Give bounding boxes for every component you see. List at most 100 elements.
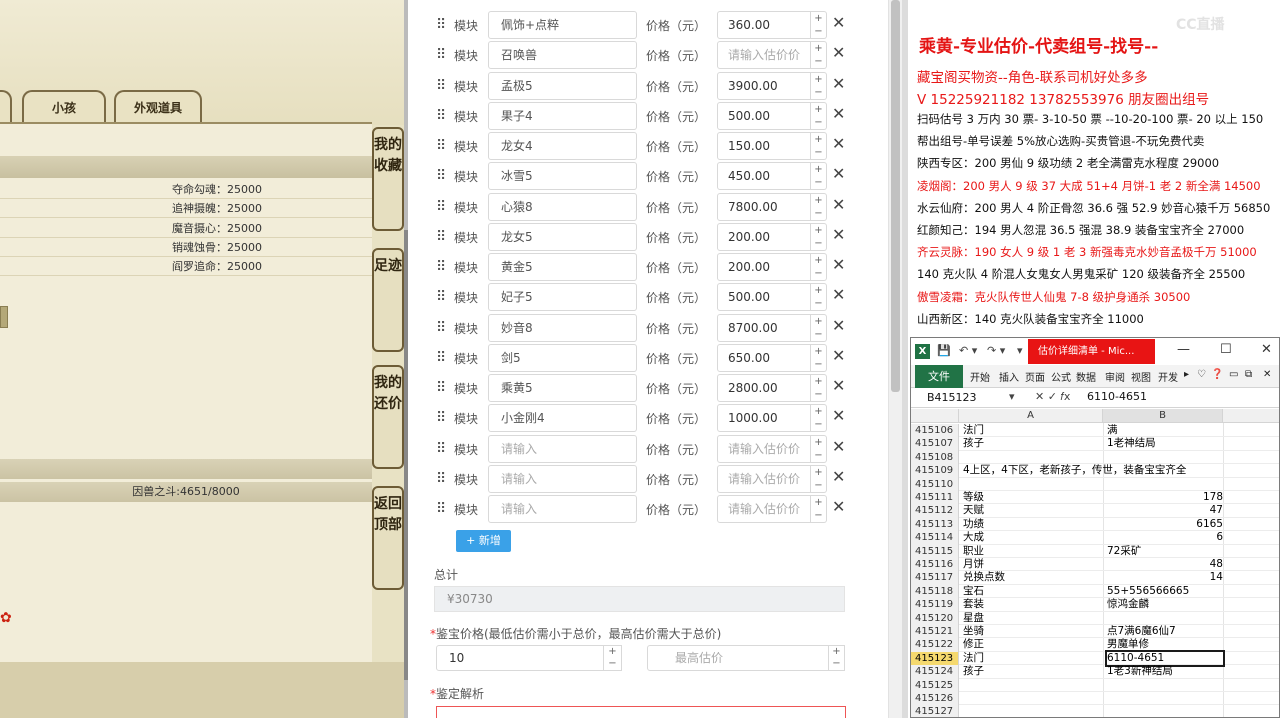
item-name-input[interactable]: 请输入 [488, 495, 637, 523]
cell-a[interactable]: 大成 [963, 531, 984, 544]
cell-a[interactable]: 法门 [963, 652, 984, 665]
item-price-input[interactable]: 200.00 [717, 222, 811, 251]
price-stepper[interactable]: + − [811, 343, 827, 372]
back-to-top-button[interactable]: 返回顶部 [372, 486, 404, 590]
delete-row-icon[interactable]: ✕ [832, 13, 845, 32]
item-price-input[interactable]: 8700.00 [717, 313, 811, 342]
item-name-input[interactable]: 心猿8 [488, 192, 637, 221]
drag-handle-icon[interactable]: ⠿ [436, 230, 446, 244]
delete-row-icon[interactable]: ✕ [832, 74, 845, 93]
item-name-input[interactable]: 孟极5 [488, 71, 637, 100]
cell-b[interactable]: 6 [1107, 531, 1223, 544]
row-number[interactable]: 415107 [911, 437, 959, 451]
name-box[interactable]: B415123 [915, 390, 1015, 406]
max-price-stepper[interactable]: + − [829, 645, 845, 671]
row-number[interactable]: 415121 [911, 625, 959, 639]
ribbon-tab[interactable]: 审阅 [1105, 369, 1125, 384]
price-stepper[interactable]: + − [811, 101, 827, 130]
ribbon-tab[interactable]: 数据 [1076, 369, 1096, 384]
form-scrollbar-thumb[interactable] [891, 0, 900, 392]
delete-row-icon[interactable]: ✕ [832, 406, 845, 425]
drag-handle-icon[interactable]: ⠿ [436, 411, 446, 425]
ribbon-tab[interactable]: 公式 [1051, 369, 1071, 384]
delete-row-icon[interactable]: ✕ [832, 316, 845, 335]
delete-row-icon[interactable]: ✕ [832, 225, 845, 244]
min-price-stepper[interactable]: + − [604, 645, 622, 671]
drag-handle-icon[interactable]: ⠿ [436, 351, 446, 365]
price-stepper[interactable]: + − [811, 253, 827, 281]
item-price-input[interactable]: 200.00 [717, 253, 811, 281]
price-stepper[interactable]: + − [811, 495, 827, 523]
column-header-c[interactable] [1223, 409, 1279, 423]
row-number[interactable]: 415124 [911, 665, 959, 679]
drag-handle-icon[interactable]: ⠿ [436, 502, 446, 516]
item-name-input[interactable]: 妃子5 [488, 283, 637, 312]
row-number[interactable]: 415110 [911, 477, 959, 491]
cell-b[interactable]: 满 [1107, 424, 1223, 437]
ribbon-tab[interactable]: 视图 [1131, 369, 1151, 384]
item-price-input[interactable]: 2800.00 [717, 374, 811, 402]
delete-row-icon[interactable]: ✕ [832, 346, 845, 365]
cell-b[interactable]: 惊鸿金麟 [1107, 598, 1223, 611]
item-slot[interactable] [0, 306, 8, 328]
drag-handle-icon[interactable]: ⠿ [436, 139, 446, 153]
cell-a[interactable]: 法门 [963, 424, 984, 437]
cell-a[interactable]: 宝石 [963, 585, 984, 598]
item-price-input[interactable]: 请输入估价价 [717, 41, 811, 70]
item-name-input[interactable]: 小金刚4 [488, 404, 637, 433]
row-number[interactable]: 415119 [911, 598, 959, 612]
price-stepper[interactable]: + − [811, 222, 827, 251]
row-number[interactable]: 415108 [911, 450, 959, 465]
drag-handle-icon[interactable]: ⠿ [436, 321, 446, 335]
delete-row-icon[interactable]: ✕ [832, 497, 845, 516]
price-stepper[interactable]: + − [811, 404, 827, 433]
delete-row-icon[interactable]: ✕ [832, 43, 845, 62]
item-name-input[interactable]: 剑5 [488, 343, 637, 372]
cell-b[interactable]: 178 [1107, 491, 1223, 504]
cell-a[interactable]: 星盘 [963, 612, 984, 625]
delete-row-icon[interactable]: ✕ [832, 134, 845, 153]
row-number[interactable]: 415118 [911, 584, 959, 599]
item-price-input[interactable]: 1000.00 [717, 404, 811, 433]
column-header-a[interactable]: A [959, 409, 1103, 423]
analysis-textarea[interactable] [436, 706, 846, 718]
delete-row-icon[interactable]: ✕ [832, 376, 845, 395]
item-price-input[interactable]: 7800.00 [717, 192, 811, 221]
cell-b[interactable]: 48 [1107, 558, 1223, 571]
row-number[interactable]: 415112 [911, 504, 959, 518]
cell-a[interactable]: 修正 [963, 638, 984, 651]
item-price-input[interactable]: 3900.00 [717, 71, 811, 100]
price-stepper[interactable]: + − [811, 162, 827, 191]
item-price-input[interactable]: 500.00 [717, 283, 811, 312]
cell-b[interactable]: 14 [1107, 571, 1223, 584]
help-icon[interactable]: ❓ [1211, 369, 1223, 380]
drag-handle-icon[interactable]: ⠿ [436, 18, 446, 32]
window-min-icon[interactable]: ▭ [1229, 369, 1238, 380]
item-price-input[interactable]: 请输入估价价 [717, 464, 811, 493]
cell-a[interactable]: 套装 [963, 598, 984, 611]
close-icon[interactable]: ✕ [1261, 342, 1272, 357]
ribbon-tab[interactable]: 插入 [999, 369, 1019, 384]
item-name-input[interactable]: 龙女4 [488, 132, 637, 160]
ribbon-tab[interactable]: 开始 [970, 369, 990, 384]
item-name-input[interactable]: 龙女5 [488, 222, 637, 251]
item-price-input[interactable]: 650.00 [717, 343, 811, 372]
cell-b[interactable]: 47 [1107, 504, 1223, 517]
row-number[interactable]: 415126 [911, 692, 959, 706]
item-name-input[interactable]: 乘黄5 [488, 374, 637, 402]
price-stepper[interactable]: + − [811, 313, 827, 342]
tab-partial[interactable] [0, 90, 12, 124]
cell-b[interactable]: 男魔单修 [1107, 638, 1223, 651]
row-number[interactable]: 415127 [911, 705, 959, 717]
ribbon-tab[interactable]: 页面 [1025, 369, 1045, 384]
select-all-corner[interactable] [911, 409, 959, 423]
drag-handle-icon[interactable]: ⠿ [436, 381, 446, 395]
save-icon[interactable]: 💾 [937, 344, 951, 357]
drag-handle-icon[interactable]: ⠿ [436, 169, 446, 183]
cell-a[interactable]: 功绩 [963, 518, 984, 531]
cell-b[interactable]: 72采矿 [1107, 545, 1223, 558]
min-price-input[interactable]: 10 [436, 645, 604, 671]
item-name-input[interactable]: 佩饰+点粹 [488, 11, 637, 39]
cell-b[interactable]: 1老3新神结局 [1107, 665, 1223, 678]
cell-a[interactable]: 孩子 [963, 665, 984, 678]
